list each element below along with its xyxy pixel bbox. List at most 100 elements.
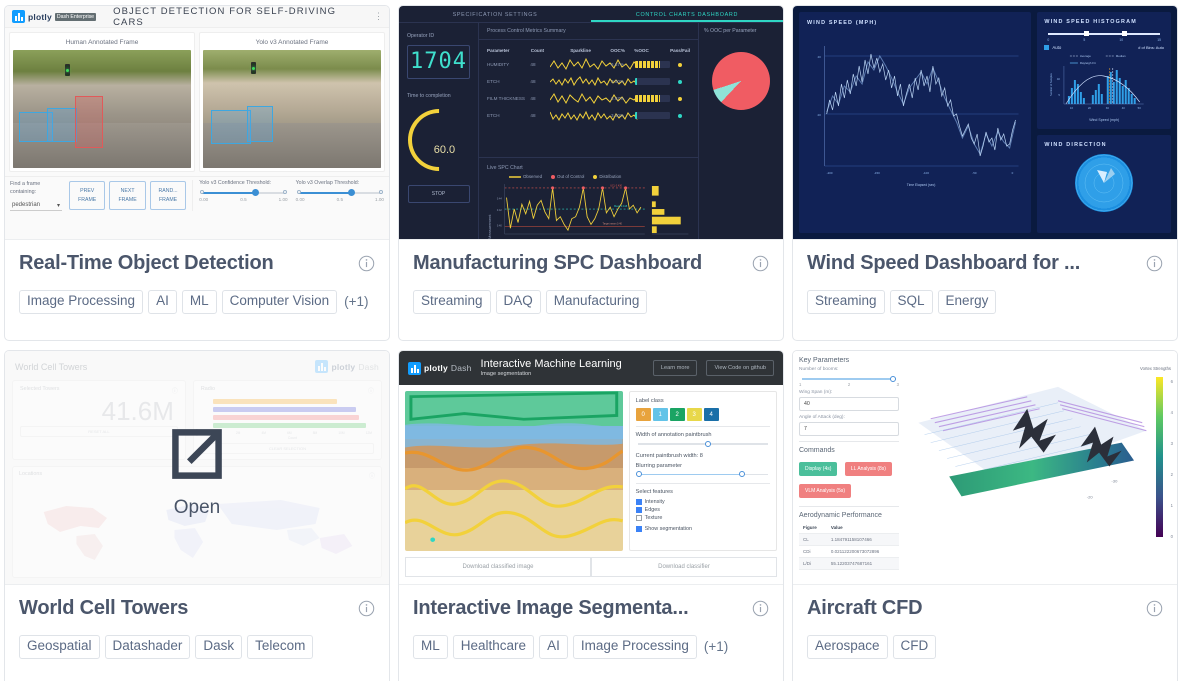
info-circle-icon[interactable] [752, 600, 769, 622]
feature-intensity-checkbox[interactable]: Intensity [635, 499, 770, 505]
app-card-manufacturing-spc-dashboard[interactable]: SPECIFICATION SETTINGS CONTROL CHARTS DA… [398, 5, 784, 341]
bins-slider[interactable] [1048, 31, 1160, 36]
ll-analysis-button[interactable]: LL Analysis (8s) [844, 462, 892, 476]
tag[interactable]: Energy [937, 290, 997, 314]
app-thumbnail-wind-dashboard[interactable]: WIND SPEED (MPH) 40 20 -200 -150 -100 -5… [793, 6, 1177, 240]
prev-frame-button[interactable]: PREV FRAME [68, 181, 106, 210]
svg-text:-30: -30 [1111, 478, 1118, 483]
vlm-analysis-button[interactable]: VLM Analysis (5s) [799, 484, 852, 498]
class-chip-2[interactable]: 2 [669, 408, 685, 421]
tag[interactable]: AI [148, 290, 177, 314]
confidence-threshold-slider[interactable]: Yolo v3 Confidence Threshold: 0.00 0.5 1… [199, 180, 287, 211]
info-circle-icon[interactable] [358, 255, 375, 277]
card-title: Real-Time Object Detection [19, 252, 274, 274]
app-thumbnail-spc-dashboard[interactable]: SPECIFICATION SETTINGS CONTROL CHARTS DA… [399, 6, 783, 240]
segmentation-image[interactable] [405, 391, 623, 551]
select-features-label: Select features [635, 489, 673, 495]
svg-text:135°: 135° [1046, 167, 1054, 171]
cell-ooc: 6.67% [611, 96, 625, 101]
tag[interactable]: DAQ [495, 290, 541, 314]
next-frame-button[interactable]: NEXT FRAME [109, 181, 146, 210]
aerodynamic-performance-title: Aerodynamic Performance [799, 512, 882, 519]
app-thumbnail-object-detection[interactable]: plotly Dash Enterprise OBJECT DETECTION … [5, 6, 389, 240]
app-thumbnail-aircraft-cfd[interactable]: Key Parameters Number of booms: 1 2 3 Wi… [793, 351, 1177, 585]
tag[interactable]: ML [413, 635, 448, 659]
tag[interactable]: ML [181, 290, 217, 314]
tag[interactable]: Geospatial [19, 635, 100, 659]
card-hover-open-overlay[interactable]: Open [5, 351, 389, 584]
colorbar-tick: 1 [1170, 503, 1173, 508]
download-classified-image-button[interactable]: Download classified image [405, 557, 591, 577]
table-row[interactable]: ETCH 48 3.00% [487, 107, 690, 124]
card-tags: Image Processing AI ML Computer Vision (… [19, 290, 375, 314]
blur-parameter-slider[interactable] [635, 471, 768, 477]
table-row[interactable]: FILM THICKNESS 48 6.67% [487, 90, 690, 107]
tag[interactable]: SQL [889, 290, 933, 314]
svg-text:40: 40 [1057, 76, 1061, 80]
info-circle-icon[interactable] [1146, 255, 1163, 277]
app-card-aircraft-cfd[interactable]: Key Parameters Number of booms: 1 2 3 Wi… [792, 350, 1178, 681]
stop-button[interactable]: STOP [407, 185, 470, 203]
tab-specification-settings[interactable]: SPECIFICATION SETTINGS [399, 6, 591, 22]
paintbrush-width-slider[interactable] [637, 440, 768, 447]
cfd-3d-view[interactable]: -30 -20 Vortex Strengths 6 4 3 2 1 0 [904, 357, 1173, 578]
status-dot-teal [678, 79, 683, 84]
class-chip-0[interactable]: 0 [635, 408, 651, 421]
angle-of-attack-input[interactable]: 7 [799, 422, 899, 436]
od-topbar: plotly Dash Enterprise OBJECT DETECTION … [5, 6, 389, 28]
tag[interactable]: Streaming [807, 290, 885, 314]
overlap-threshold-label: Yolo v3 Overlap Threshold: [295, 180, 360, 186]
download-buttons: Download classified image Download class… [399, 557, 783, 577]
th-parameter: Parameter [487, 47, 510, 53]
tab-control-charts-dashboard[interactable]: CONTROL CHARTS DASHBOARD [591, 6, 783, 22]
tag[interactable]: Dask [195, 635, 243, 659]
tag[interactable]: AI [539, 635, 568, 659]
random-frame-button[interactable]: RAND... FRAME [149, 181, 187, 210]
feature-texture-checkbox[interactable]: Texture [635, 515, 770, 521]
kebab-menu-icon[interactable]: ⋮ [374, 12, 383, 21]
cell-count: 48 [530, 62, 536, 67]
app-card-world-cell-towers[interactable]: World Cell Towers plotly Dash Selected T… [4, 350, 390, 681]
tag[interactable]: Image Processing [572, 635, 697, 659]
table-row[interactable]: HUMIDITY 48 6.67% [487, 56, 690, 73]
tag[interactable]: Computer Vision [221, 290, 338, 314]
cell-sparkline [549, 57, 647, 73]
slider-track[interactable] [200, 189, 287, 196]
number-of-booms-slider[interactable] [802, 375, 896, 382]
app-card-wind-speed-dashboard[interactable]: WIND SPEED (MPH) 40 20 -200 -150 -100 -5… [792, 5, 1178, 341]
info-circle-icon[interactable] [752, 255, 769, 277]
class-chip-4[interactable]: 4 [703, 408, 719, 421]
feature-edges-checkbox[interactable]: Edges [635, 507, 770, 513]
table-row[interactable]: ETCH 48 3.00% [487, 73, 690, 90]
th-figure: Figure [799, 522, 827, 534]
tag[interactable]: Streaming [413, 290, 491, 314]
pie-chart-title: % OOC per Parameter [704, 28, 757, 34]
info-circle-icon[interactable] [1146, 600, 1163, 622]
app-card-real-time-object-detection[interactable]: plotly Dash Enterprise OBJECT DETECTION … [4, 5, 390, 341]
class-chip-1[interactable]: 1 [652, 408, 668, 421]
app-thumbnail-image-segmentation[interactable]: plotly Dash Interactive Machine Learning… [399, 351, 783, 585]
tag[interactable]: CFD [892, 635, 937, 659]
slider-track[interactable] [296, 189, 383, 196]
tag[interactable]: Datashader [104, 635, 191, 659]
display-button[interactable]: Display (4s) [799, 462, 838, 476]
tag[interactable]: Aerospace [807, 635, 888, 659]
learn-more-button[interactable]: Learn more [652, 360, 698, 376]
svg-text:-100: -100 [923, 171, 929, 175]
view-code-button[interactable]: View Code on github [706, 360, 774, 376]
feature-label: Edges [644, 507, 660, 513]
overlap-threshold-slider[interactable]: Yolo v3 Overlap Threshold: 0.00 0.5 1.00 [296, 180, 384, 211]
download-classifier-button[interactable]: Download classifier [591, 557, 777, 577]
tag[interactable]: Healthcare [452, 635, 535, 659]
class-chip-3[interactable]: 3 [686, 408, 702, 421]
wing-span-input[interactable]: 40 [799, 397, 899, 411]
tag[interactable]: Manufacturing [545, 290, 648, 314]
cell-parameter: FILM THICKNESS [487, 96, 525, 101]
tag[interactable]: Image Processing [19, 290, 144, 314]
app-card-interactive-image-segmentation[interactable]: plotly Dash Interactive Machine Learning… [398, 350, 784, 681]
od-class-dropdown[interactable]: pedestrian ▾ [10, 196, 62, 212]
show-segmentation-checkbox[interactable]: Show segmentation [635, 526, 770, 532]
tag[interactable]: Telecom [247, 635, 314, 659]
app-thumbnail-world-cell-towers[interactable]: World Cell Towers plotly Dash Selected T… [5, 351, 389, 585]
info-circle-icon[interactable] [358, 600, 375, 622]
